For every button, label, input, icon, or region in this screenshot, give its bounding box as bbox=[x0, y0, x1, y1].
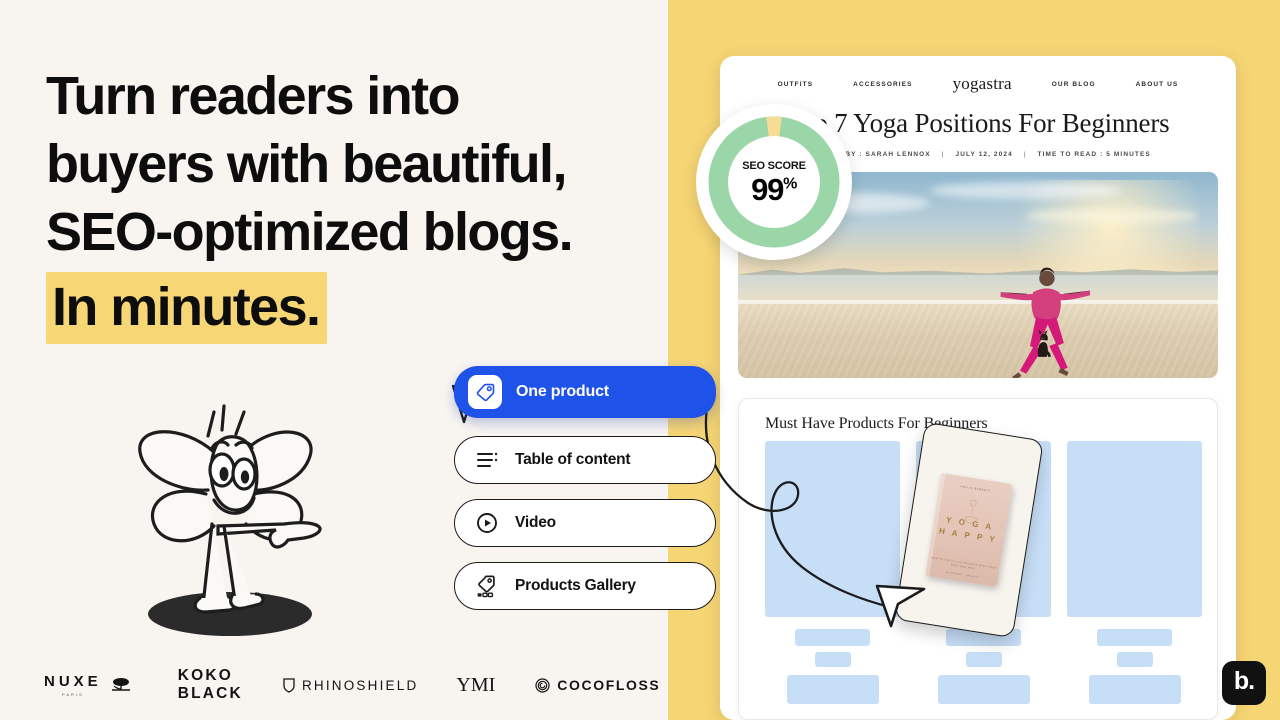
seo-score-label: SEO SCORE bbox=[742, 159, 806, 172]
tag-gallery-icon bbox=[473, 574, 501, 598]
pill-video[interactable]: Video bbox=[454, 499, 716, 547]
product-price-placeholder bbox=[1116, 652, 1153, 667]
seo-score-value: 99% bbox=[751, 174, 797, 205]
nav-item-about-us[interactable]: ABOUT US bbox=[1136, 81, 1179, 88]
spiral-icon bbox=[535, 677, 550, 693]
product-item[interactable] bbox=[1067, 441, 1202, 704]
nav-item-our-blog[interactable]: OUR BLOG bbox=[1052, 81, 1096, 88]
byline-read-time: TIME TO READ : 5 MINUTES bbox=[1037, 151, 1151, 158]
yoga-happy-book-cover: HOLLIE BARRETT Y O G A H A P P Y HOW TO … bbox=[925, 473, 1013, 587]
byline-separator-1: | bbox=[941, 151, 945, 158]
product-item[interactable] bbox=[765, 441, 900, 704]
dog bbox=[1026, 329, 1060, 358]
brand-name: YMI bbox=[456, 673, 496, 696]
headline-line-1: Turn readers into bbox=[46, 66, 460, 126]
brand-logo-cocofloss: COCOFLOSS bbox=[535, 677, 660, 693]
list-icon bbox=[473, 451, 501, 469]
pill-table-of-content[interactable]: Table of content bbox=[454, 436, 716, 484]
play-circle-icon bbox=[473, 512, 501, 534]
seo-score-number: 99 bbox=[751, 171, 784, 207]
product-image-placeholder bbox=[765, 441, 900, 617]
product-price-placeholder bbox=[814, 652, 851, 667]
tag-icon bbox=[468, 375, 502, 409]
pill-label: One product bbox=[516, 383, 609, 400]
headline-line-3: SEO-optimized blogs. bbox=[46, 202, 574, 262]
page-root: Turn readers into buyers with beautiful,… bbox=[0, 0, 1280, 720]
book-figure-illustration bbox=[964, 499, 978, 524]
tree-icon bbox=[108, 677, 134, 693]
product-image-placeholder bbox=[1067, 441, 1202, 617]
blog-navbar: OUTFITS ACCESSORIES yogastra OUR BLOG AB… bbox=[720, 56, 1236, 112]
product-button-placeholder[interactable] bbox=[786, 675, 879, 704]
client-logos-row: NUXE PARIS KOKO BLACK RHINOSHIELD YMI CO… bbox=[44, 667, 659, 703]
byline-date: JULY 12, 2024 bbox=[955, 151, 1013, 158]
book-footer: MOVEMENT · BREATH bbox=[945, 570, 979, 579]
product-title-placeholder bbox=[1097, 629, 1172, 646]
seo-score-center: SEO SCORE 99% bbox=[728, 136, 820, 228]
cloud bbox=[930, 182, 1122, 199]
brand-logo-rhinoshield: RHINOSHIELD bbox=[283, 677, 418, 693]
brand-name: COCOFLOSS bbox=[557, 677, 661, 693]
seo-score-badge: SEO SCORE 99% bbox=[696, 104, 852, 260]
seo-score-unit: % bbox=[783, 175, 797, 193]
brand-logo-koko-black: KOKO BLACK bbox=[178, 667, 243, 703]
brand-name: NUXE bbox=[44, 673, 102, 690]
headline-highlight: In minutes. bbox=[46, 272, 328, 344]
products-section-title: Must Have Products For Beginners bbox=[765, 415, 988, 432]
brand-name: RHINOSHIELD bbox=[301, 677, 419, 693]
blog-logo[interactable]: yogastra bbox=[953, 74, 1012, 94]
pill-one-product[interactable]: One product bbox=[454, 366, 716, 418]
shield-icon bbox=[283, 677, 295, 693]
pill-label: Products Gallery bbox=[515, 577, 636, 594]
byline-separator-2: | bbox=[1023, 151, 1027, 158]
pill-products-gallery[interactable]: Products Gallery bbox=[454, 562, 716, 610]
brand-logo-ymi: YMI bbox=[456, 674, 495, 697]
yoga-person bbox=[959, 263, 1132, 378]
brand-logo-nuxe: NUXE PARIS bbox=[44, 673, 134, 697]
page-title: Turn readers into buyers with beautiful,… bbox=[46, 62, 646, 344]
brand-name: KOKO BLACK bbox=[177, 667, 243, 702]
book-author: HOLLIE BARRETT bbox=[960, 485, 991, 493]
feature-pill-list: One product Table of content Video Produ… bbox=[454, 366, 716, 625]
butterfly-mascot-icon bbox=[112, 398, 352, 650]
book-subtitle: HOW TO FIND A LIFE BALANCE WITH YOUR BOD… bbox=[930, 556, 997, 571]
product-button-placeholder[interactable] bbox=[937, 675, 1030, 704]
pill-label: Video bbox=[515, 514, 556, 531]
brand-subtext: PARIS bbox=[61, 692, 84, 697]
product-button-placeholder[interactable] bbox=[1088, 675, 1181, 704]
brand-watermark-logo[interactable]: b. bbox=[1222, 661, 1266, 705]
pill-label: Table of content bbox=[515, 451, 631, 468]
nav-item-outfits[interactable]: OUTFITS bbox=[778, 81, 814, 88]
product-price-placeholder bbox=[965, 652, 1002, 667]
product-title-placeholder bbox=[795, 629, 870, 646]
headline-line-2: buyers with beautiful, bbox=[46, 134, 567, 194]
nav-item-accessories[interactable]: ACCESSORIES bbox=[853, 81, 912, 88]
